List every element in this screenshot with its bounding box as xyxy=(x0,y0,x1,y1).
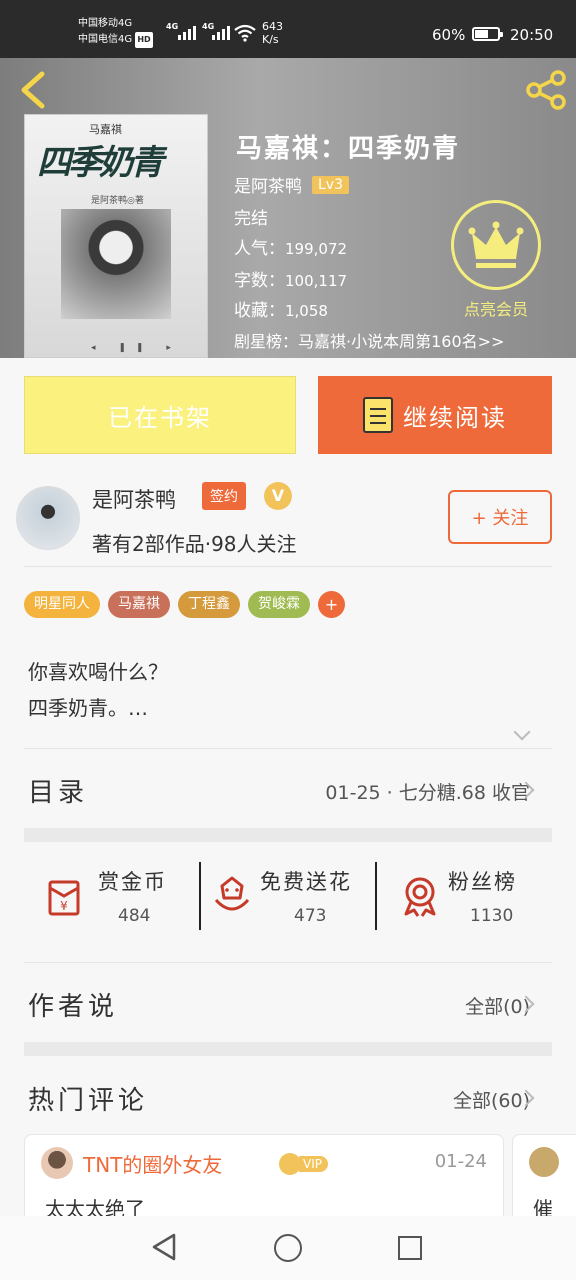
vip-label: VIP xyxy=(299,1156,328,1172)
share-icon[interactable] xyxy=(524,70,568,110)
continue-reading-label: 继续阅读 xyxy=(403,403,507,432)
crown-icon xyxy=(451,200,541,290)
follow-button[interactable]: + 关注 xyxy=(448,490,552,544)
network-type-1: 4G xyxy=(166,22,179,31)
level-badge: Lv3 xyxy=(312,175,349,194)
tag-item[interactable]: 贺峻霖 xyxy=(248,591,310,618)
author-says-title: 作者说 xyxy=(28,992,119,1022)
word-count-label: 字数： xyxy=(234,271,285,291)
battery-percent: 60% xyxy=(432,26,466,44)
in-shelf-label: 已在书架 xyxy=(108,403,212,432)
section-separator xyxy=(24,1042,552,1056)
nav-home-icon[interactable] xyxy=(274,1234,302,1262)
divider xyxy=(24,566,552,567)
member-button[interactable]: 点亮会员 xyxy=(448,200,544,320)
carrier-1: 中国移动4G xyxy=(78,18,133,29)
signed-badge: 签约 xyxy=(202,482,246,510)
vip-badge: VIP xyxy=(279,1153,328,1175)
popularity-row: 人气：199,072 xyxy=(234,234,347,259)
catalog-title[interactable]: 目录 xyxy=(28,772,88,809)
tag-item[interactable]: 明星同人 xyxy=(24,591,100,618)
commenter-avatar[interactable] xyxy=(529,1147,559,1177)
popularity-value: 199,072 xyxy=(285,240,348,258)
signal-icon xyxy=(178,24,196,40)
clock: 20:50 xyxy=(510,26,554,44)
signal-icon-2 xyxy=(212,24,230,40)
carrier-2: 中国电信4G xyxy=(78,34,133,45)
book-status: 完结 xyxy=(234,209,268,229)
stat-label: 赏金币 xyxy=(98,870,167,894)
favorites-label: 收藏： xyxy=(234,301,285,321)
stat-value: 1130 xyxy=(470,906,514,926)
stat-separator xyxy=(375,862,377,930)
speed-unit: K/s xyxy=(262,33,279,46)
divider xyxy=(24,748,552,749)
tag-item[interactable]: 马嘉祺 xyxy=(108,591,170,618)
wifi-icon xyxy=(234,24,256,42)
book-cover[interactable]: 马嘉祺 四季奶青 是阿茶鸭◎著 ◂ ❚❚ ▸ xyxy=(24,114,208,358)
cover-subtitle: 是阿茶鸭◎著 xyxy=(91,196,144,206)
tag-list: 明星同人 马嘉祺 丁程鑫 贺峻霖 + xyxy=(24,591,345,618)
svg-text:¥: ¥ xyxy=(60,899,68,913)
medal-icon xyxy=(404,877,436,917)
divider xyxy=(24,962,552,963)
stat-separator xyxy=(199,862,201,930)
hd-badge: HD xyxy=(135,32,153,48)
word-count-value: 100,117 xyxy=(285,272,348,290)
in-shelf-button[interactable]: 已在书架 xyxy=(24,376,296,454)
book-intro[interactable]: 你喜欢喝什么？ 四季奶青。… xyxy=(28,654,168,726)
red-envelope-icon: ¥ xyxy=(48,880,80,916)
author-name[interactable]: 是阿茶鸭 xyxy=(92,484,176,514)
author-stats: 著有2部作品·98人关注 xyxy=(92,532,297,556)
network-speed: 643 K/s xyxy=(262,20,283,46)
add-tag-button[interactable]: + xyxy=(318,591,345,618)
stat-label: 粉丝榜 xyxy=(448,870,517,894)
stat-value: 473 xyxy=(294,906,327,926)
stat-label: 免费送花 xyxy=(260,870,352,894)
author-avatar[interactable] xyxy=(16,486,80,550)
crown-icon xyxy=(279,1153,301,1175)
section-separator xyxy=(24,828,552,842)
continue-reading-button[interactable]: 继续阅读 xyxy=(318,376,552,454)
comment-date: 01-24 xyxy=(434,1151,487,1172)
book-author-row: 是阿茶鸭 Lv3 xyxy=(234,172,349,197)
popularity-label: 人气： xyxy=(234,239,285,259)
rank-link[interactable]: 剧星榜：马嘉祺·小说本周第160名>> xyxy=(234,328,504,352)
reward-coins-stat[interactable]: ¥ 赏金币 484 xyxy=(40,862,198,932)
back-icon[interactable] xyxy=(14,68,54,112)
fan-rank-stat[interactable]: 粉丝榜 1130 xyxy=(394,862,550,932)
free-flowers-stat[interactable]: 免费送花 473 xyxy=(206,862,374,932)
tag-item[interactable]: 丁程鑫 xyxy=(178,591,240,618)
cover-title: 四季奶青 xyxy=(37,143,164,183)
hot-comments-title: 热门评论 xyxy=(28,1086,149,1116)
battery-icon xyxy=(472,27,503,41)
commenter-name[interactable]: TNT的圈外女友 xyxy=(83,1149,222,1178)
speed-value: 643 xyxy=(262,20,283,33)
book-icon xyxy=(363,397,393,433)
system-nav-bar xyxy=(0,1216,576,1280)
nav-back-icon[interactable] xyxy=(150,1232,178,1262)
nav-recent-icon[interactable] xyxy=(398,1236,422,1260)
verified-badge: V xyxy=(264,482,292,510)
flower-icon xyxy=(214,876,250,911)
book-header: 马嘉祺 四季奶青 是阿茶鸭◎著 ◂ ❚❚ ▸ 马嘉祺：四季奶青 是阿茶鸭 Lv3… xyxy=(0,58,576,358)
commenter-avatar[interactable] xyxy=(41,1147,73,1179)
cover-player-controls: ◂ ❚❚ ▸ xyxy=(91,343,181,353)
expand-chevron-icon[interactable] xyxy=(513,723,531,741)
word-count-row: 字数：100,117 xyxy=(234,266,347,291)
member-label: 点亮会员 xyxy=(463,300,528,319)
book-author[interactable]: 是阿茶鸭 xyxy=(234,172,302,197)
carrier-info: 中国移动4G 中国电信4G HD xyxy=(78,16,153,48)
catalog-latest[interactable]: 01-25 · 七分糖.68 收官 xyxy=(325,778,530,805)
favorites-row: 收藏：1,058 xyxy=(234,296,328,321)
stat-value: 484 xyxy=(118,906,151,926)
favorites-value: 1,058 xyxy=(285,302,328,320)
cover-photo xyxy=(61,209,171,319)
status-bar: 中国移动4G 中国电信4G HD 4G 4G 643 K/s 60% 20:50 xyxy=(0,0,576,58)
book-title: 马嘉祺：四季奶青 xyxy=(236,134,461,164)
